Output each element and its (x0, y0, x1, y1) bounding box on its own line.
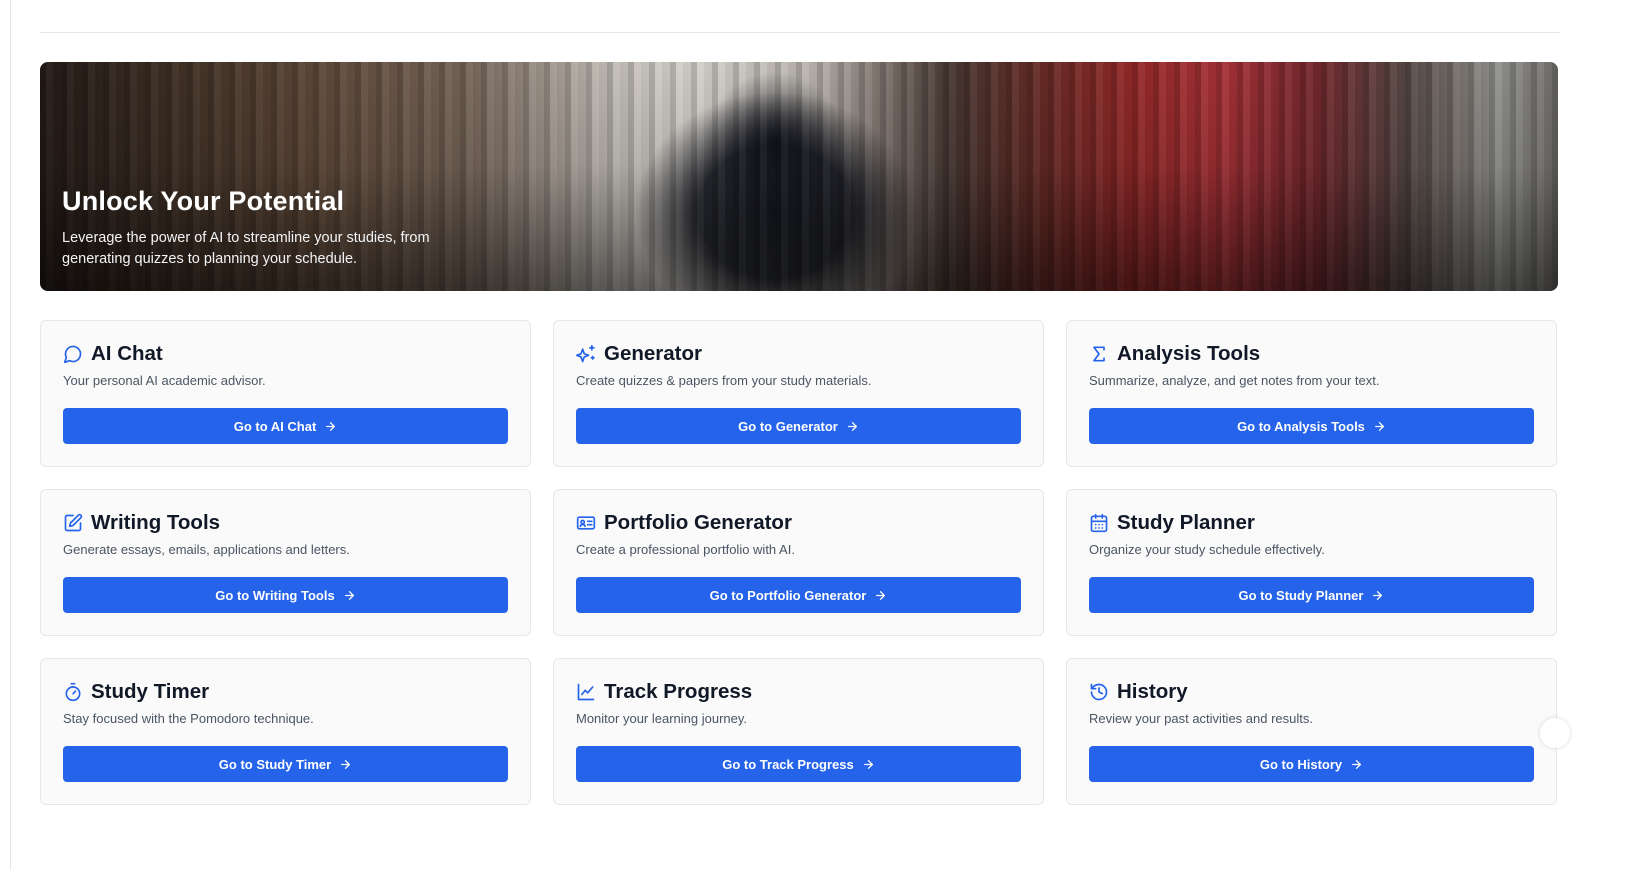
button-label: Go to Generator (738, 418, 838, 434)
card-writing-tools: Writing Tools Generate essays, emails, a… (40, 489, 531, 636)
card-track-progress: Track Progress Monitor your learning jou… (553, 658, 1044, 805)
button-label: Go to Analysis Tools (1237, 418, 1365, 434)
card-title: Study Timer (91, 680, 210, 703)
chat-bubble-icon (63, 344, 83, 364)
card-study-planner: Study Planner Organize your study schedu… (1066, 489, 1557, 636)
card-title: Portfolio Generator (604, 511, 792, 534)
card-study-timer: Study Timer Stay focused with the Pomodo… (40, 658, 531, 805)
history-icon (1089, 682, 1109, 702)
edit-square-icon (63, 513, 83, 533)
hero-subtitle: Leverage the power of AI to streamline y… (62, 230, 430, 267)
id-card-icon (576, 513, 596, 533)
button-label: Go to Study Timer (218, 756, 332, 772)
floating-action-bubble[interactable] (1540, 718, 1570, 748)
stopwatch-icon (63, 682, 83, 702)
card-title: History (1117, 680, 1188, 703)
card-history: History Review your past activities and … (1066, 658, 1570, 805)
card-description: Your personal AI academic advisor. (63, 373, 266, 388)
arrow-right-icon (324, 420, 337, 433)
feature-grid: AI Chat Your personal AI academic adviso… (40, 320, 1570, 805)
arrow-right-icon (343, 589, 356, 602)
card-title: Writing Tools (91, 511, 221, 534)
arrow-right-icon (862, 758, 875, 771)
go-to-study-planner-button[interactable]: Go to Study Planner (1089, 577, 1534, 613)
card-description: Monitor your learning journey. (576, 711, 748, 726)
hero-title: Unlock Your Potential (62, 186, 345, 216)
button-label: Go to Track Progress (722, 756, 854, 772)
card-analysis-tools: Analysis Tools Summarize, analyze, and g… (1066, 320, 1557, 467)
card-title: AI Chat (91, 342, 163, 365)
arrow-right-icon (339, 758, 352, 771)
card-title: Generator (604, 342, 702, 365)
go-to-portfolio-generator-button[interactable]: Go to Portfolio Generator (576, 577, 1021, 613)
arrow-right-icon (846, 420, 859, 433)
header-divider (40, 32, 1560, 33)
arrow-right-icon (1350, 758, 1363, 771)
sidebar-edge (10, 0, 11, 870)
card-description: Summarize, analyze, and get notes from y… (1089, 373, 1380, 388)
card-description: Generate essays, emails, applications an… (63, 542, 350, 557)
button-label: Go to History (1259, 756, 1343, 772)
arrow-right-icon (1371, 589, 1384, 602)
arrow-right-icon (874, 589, 887, 602)
card-portfolio-generator: Portfolio Generator Create a professiona… (553, 489, 1044, 636)
card-title: Track Progress (604, 680, 753, 703)
go-to-study-timer-button[interactable]: Go to Study Timer (63, 746, 508, 782)
card-description: Stay focused with the Pomodoro technique… (63, 711, 314, 726)
button-label: Go to AI Chat (233, 418, 317, 434)
card-title: Analysis Tools (1117, 342, 1261, 365)
button-label: Go to Writing Tools (215, 587, 335, 603)
card-ai-chat: AI Chat Your personal AI academic adviso… (40, 320, 531, 467)
card-description: Create quizzes & papers from your study … (576, 373, 872, 388)
go-to-history-button[interactable]: Go to History (1089, 746, 1534, 782)
go-to-analysis-tools-button[interactable]: Go to Analysis Tools (1089, 408, 1534, 444)
hero-banner: Unlock Your Potential Leverage the power… (40, 62, 1558, 291)
go-to-track-progress-button[interactable]: Go to Track Progress (576, 746, 1021, 782)
button-label: Go to Portfolio Generator (709, 587, 867, 603)
go-to-writing-tools-button[interactable]: Go to Writing Tools (63, 577, 508, 613)
card-description: Create a professional portfolio with AI. (576, 542, 795, 557)
button-label: Go to Study Planner (1238, 587, 1364, 603)
dashboard-main: Unlock Your Potential Leverage the power… (40, 62, 1570, 805)
sparkles-icon (576, 344, 596, 364)
sigma-icon (1089, 344, 1109, 364)
calendar-icon (1089, 513, 1109, 533)
card-description: Organize your study schedule effectively… (1089, 542, 1325, 557)
line-chart-icon (576, 682, 596, 702)
card-generator: Generator Create quizzes & papers from y… (553, 320, 1044, 467)
arrow-right-icon (1373, 420, 1386, 433)
go-to-generator-button[interactable]: Go to Generator (576, 408, 1021, 444)
card-title: Study Planner (1117, 511, 1255, 534)
card-description: Review your past activities and results. (1089, 711, 1313, 726)
go-to-ai-chat-button[interactable]: Go to AI Chat (63, 408, 508, 444)
